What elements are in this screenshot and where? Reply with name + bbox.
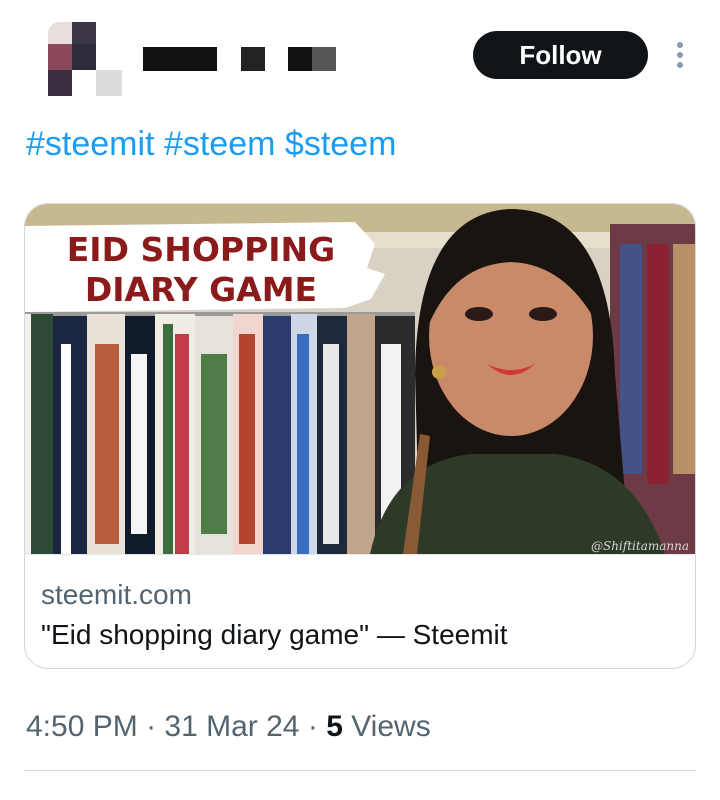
tweet-text: #steemit #steem $steem [26,124,396,164]
hashtag-link[interactable]: #steem [164,125,276,163]
meta-separator: · [307,710,318,743]
card-thumbnail[interactable]: EID SHOPPING DIARY GAME @Shiftitamanna [25,204,696,554]
clothes-rack [25,314,415,554]
avatar[interactable] [30,22,122,104]
more-vertical-icon[interactable] [668,38,692,72]
follow-button[interactable]: Follow [473,31,648,79]
image-watermark: @Shiftitamanna [591,539,689,553]
tweet-date[interactable]: 31 Mar 24 [164,710,299,743]
tweet-time[interactable]: 4:50 PM [26,710,138,743]
link-preview-card[interactable]: EID SHOPPING DIARY GAME @Shiftitamanna s… [24,203,696,669]
banner-text-line2: DIARY GAME [85,270,317,309]
card-meta[interactable]: steemit.com "Eid shopping diary game" — … [25,554,695,668]
banner-text-line1: EID SHOPPING [67,230,336,269]
views-label[interactable]: Views [351,710,430,743]
card-title: "Eid shopping diary game" — Steemit [41,619,508,650]
card-domain: steemit.com [41,579,192,610]
hashtag-link[interactable]: #steemit [26,125,155,163]
tweet-header: Follow [0,0,720,110]
divider [24,770,696,771]
meta-separator: · [146,710,157,743]
cashtag-link[interactable]: $steem [285,125,397,163]
views-count[interactable]: 5 [326,710,343,743]
tweet-meta: 4:50 PM · 31 Mar 24 · 5 Views [26,710,431,744]
